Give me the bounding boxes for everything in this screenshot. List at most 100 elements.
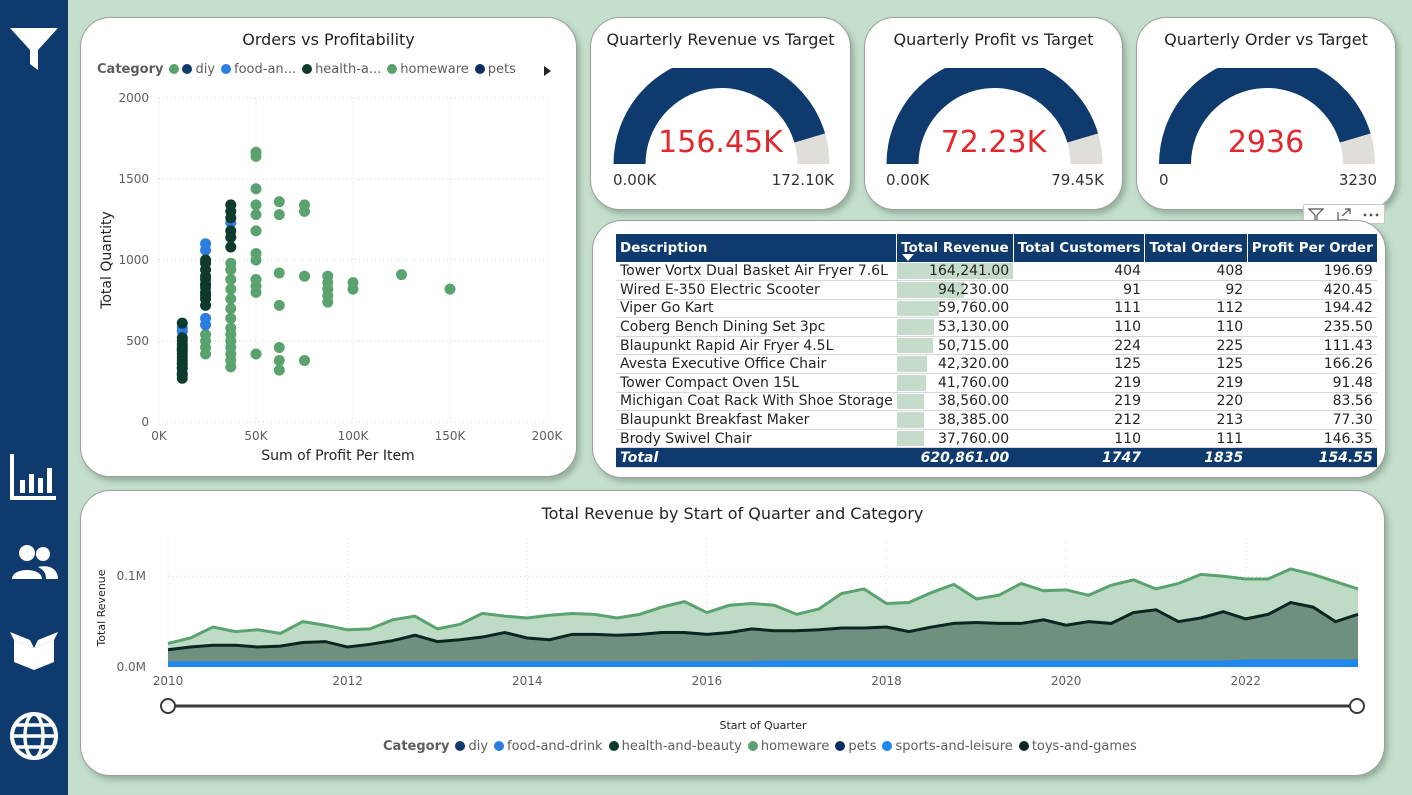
legend-marker [494, 741, 505, 751]
table-row[interactable]: Avesta Executive Office Chair 42,320.00 12… [616, 354, 1377, 375]
legend-next-icon[interactable] [543, 65, 553, 77]
table-header-row: Description Total Revenue Total Customer… [616, 234, 1377, 262]
column-header-total-customers[interactable]: Total Customers [1012, 234, 1145, 262]
table-row[interactable]: Blaupunkt Breakfast Maker 38,385.00 212 213… [616, 410, 1377, 430]
scatter-point[interactable] [200, 238, 212, 250]
scatter-point[interactable] [444, 283, 456, 295]
box-icon[interactable] [8, 622, 60, 674]
filter-icon[interactable] [8, 22, 60, 74]
column-header-total-revenue[interactable]: Total Revenue [896, 234, 1014, 262]
scatter-point[interactable] [250, 199, 262, 211]
table-row[interactable]: Tower Compact Oven 15L 41,760.00 219 219 91.… [616, 373, 1377, 393]
scatter-point[interactable] [273, 299, 285, 311]
scatter-point[interactable] [200, 312, 212, 324]
bar-chart-icon[interactable] [8, 450, 60, 502]
table-row[interactable]: Brody Swivel Chair 37,760.00 110 111 146.35 [616, 429, 1377, 449]
legend-item[interactable]: sports-and-leisure [882, 739, 1013, 754]
x-tick-label: 150K [435, 429, 467, 443]
gauge-title: Quarterly Order vs Target [1164, 30, 1368, 49]
scatter-point[interactable] [225, 322, 237, 334]
legend-item[interactable]: homeware [387, 62, 469, 77]
scatter-point[interactable] [273, 196, 285, 208]
scatter-point[interactable] [225, 283, 237, 295]
table-cell: 111 [1144, 429, 1248, 449]
scatter-point[interactable] [250, 273, 262, 285]
scatter-point[interactable] [273, 267, 285, 279]
table-cell: 164,241.00 [896, 262, 1014, 282]
scatter-point[interactable] [176, 332, 188, 344]
table-cell: 219 [1144, 373, 1248, 393]
cell-value: 38,385.00 [937, 412, 1010, 429]
revenue-data-bar [896, 337, 933, 354]
table-row[interactable]: Tower Vortx Dual Basket Air Fryer 7.6L 16… [616, 262, 1377, 282]
table-row[interactable]: Viper Go Kart 59,760.00 111 112 194.42 [616, 299, 1377, 319]
legend-marker [182, 64, 193, 74]
scatter-point[interactable] [225, 303, 237, 315]
line-sports-and-leisure[interactable] [168, 659, 1358, 666]
scatter-point[interactable] [250, 146, 262, 158]
revenue-data-bar [896, 375, 927, 391]
scatter-point[interactable] [250, 209, 262, 221]
table-row[interactable]: Michigan Coat Rack With Shoe Storage 38,5… [616, 392, 1377, 412]
table-cell: 166.26 [1247, 354, 1377, 375]
scatter-point[interactable] [225, 241, 237, 253]
x-tick-label: 2020 [1051, 674, 1082, 688]
table-cell: 94,230.00 [896, 280, 1014, 300]
table-cell: Wired E-350 Electric Scooter [616, 280, 897, 300]
scatter-point[interactable] [322, 270, 334, 282]
scatter-point[interactable] [396, 269, 407, 281]
scatter-point[interactable] [250, 183, 262, 195]
scatter-point[interactable] [299, 270, 310, 282]
range-slider-end-handle[interactable] [1349, 698, 1365, 714]
legend-item[interactable]: health-a... [302, 62, 381, 77]
legend-item[interactable]: homeware [747, 739, 829, 754]
scatter-point[interactable] [200, 254, 212, 266]
globe-icon[interactable] [8, 710, 60, 762]
legend-item[interactable]: diy [182, 62, 215, 77]
scatter-point[interactable] [225, 273, 237, 285]
legend-item[interactable]: health-and-beauty [608, 739, 742, 754]
legend-item[interactable]: food-and-drink [494, 739, 603, 754]
legend-item[interactable]: toys-and-games [1018, 739, 1137, 754]
table-cell: 224 [1013, 336, 1145, 356]
legend-item[interactable]: diy [455, 739, 488, 754]
table-cell: 110 [1144, 317, 1248, 337]
legend-item[interactable]: pets [474, 62, 516, 77]
scatter-point[interactable] [176, 317, 188, 329]
area-chart-card: Total Revenue by Start of Quarter and Ca… [80, 490, 1385, 776]
scatter-point[interactable] [200, 329, 212, 341]
table-row[interactable]: Coberg Bench Dining Set 3pc 53,130.00 110 1… [616, 317, 1377, 337]
scatter-point[interactable] [225, 199, 237, 211]
table-row[interactable]: Blaupunkt Rapid Air Fryer 4.5L 50,715.00 2… [616, 336, 1377, 356]
revenue-data-bar [896, 430, 924, 447]
column-header-description[interactable]: Description [616, 234, 897, 262]
scatter-point[interactable] [273, 354, 285, 366]
scatter-point[interactable] [250, 348, 262, 360]
scatter-point[interactable] [225, 225, 237, 237]
scatter-point[interactable] [250, 248, 262, 260]
area-chart: 0.0M 0.1M 2010 2012 2014 2016 2018 2020 2022 Tota… [95, 539, 1365, 732]
table-row[interactable]: Wired E-350 Electric Scooter 94,230.00 91 9… [616, 280, 1377, 300]
column-header-total-orders[interactable]: Total Orders [1144, 234, 1248, 262]
scatter-point[interactable] [273, 364, 285, 376]
scatter-point[interactable] [299, 199, 310, 211]
legend-item[interactable]: food-an... [221, 62, 296, 77]
users-icon[interactable] [8, 537, 60, 589]
scatter-point[interactable] [273, 341, 285, 353]
more-options-icon[interactable] [1362, 208, 1380, 222]
gauge-card-orders: Quarterly Order vs Target 2936 0 3230 [1136, 17, 1396, 210]
gauge-max: 3230 [1338, 171, 1377, 189]
scatter-point[interactable] [225, 312, 237, 324]
scatter-point[interactable] [299, 354, 310, 366]
scatter-point[interactable] [250, 225, 262, 237]
table-cell: 77.30 [1247, 410, 1377, 430]
range-slider-start-handle[interactable] [160, 698, 176, 714]
scatter-point[interactable] [347, 277, 359, 289]
sort-descending-icon[interactable] [902, 254, 915, 261]
scatter-point[interactable] [225, 293, 237, 305]
column-header-profit-per-order[interactable]: Profit Per Order [1246, 234, 1377, 262]
scatter-point[interactable] [273, 209, 285, 221]
scatter-point[interactable] [225, 257, 237, 269]
legend-item[interactable]: pets [835, 739, 876, 754]
total-cell: 154.55 [1247, 447, 1377, 469]
